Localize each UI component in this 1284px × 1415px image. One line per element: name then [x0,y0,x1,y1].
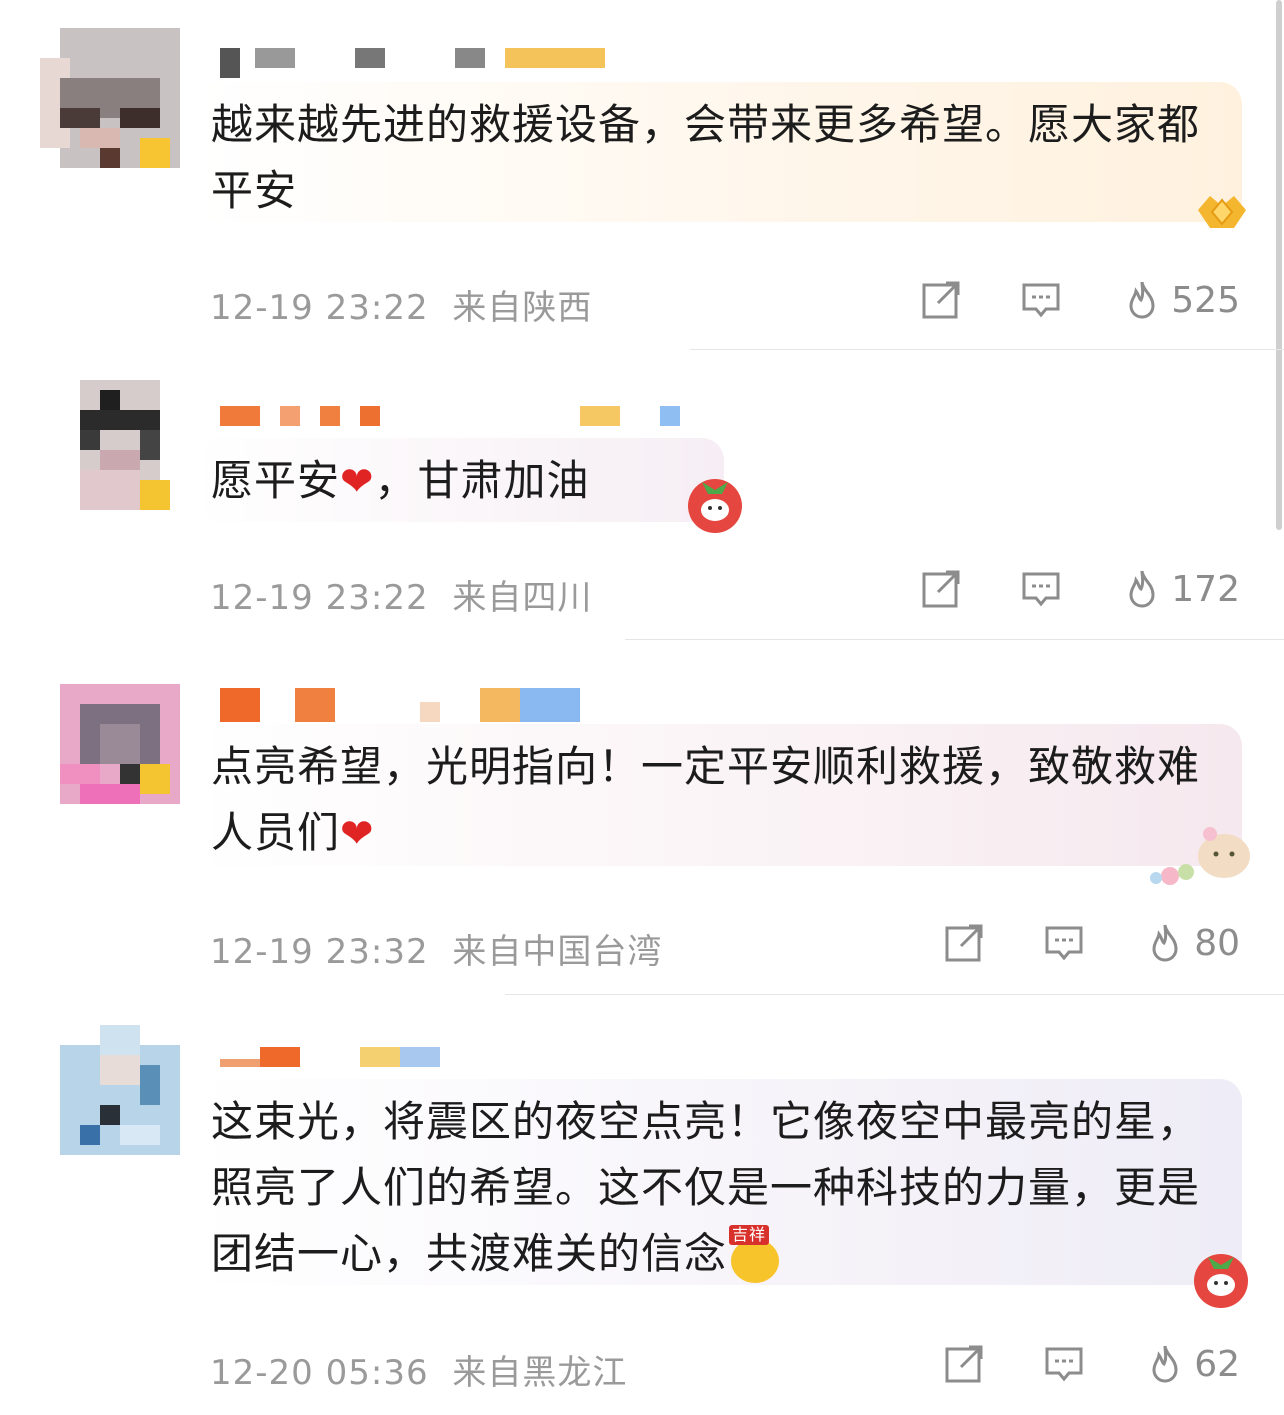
username-blurred[interactable] [215,1047,685,1073]
reply-button[interactable] [991,564,1091,614]
share-icon [922,281,960,319]
comment-item: 点亮希望，光明指向！一定平安顺利救援，致敬救难人员们❤ 12-19 23:32 … [0,640,1284,995]
reply-button[interactable] [991,275,1091,325]
strawberry-sticker-icon [682,470,748,540]
lucky-emoji-icon: 吉祥 [727,1224,783,1285]
avatar[interactable] [40,1025,180,1165]
comment-location: 来自黑龙江 [452,1353,628,1393]
share-icon [945,1345,983,1383]
share-button[interactable] [891,564,991,614]
comment-bubble[interactable]: 愿平安❤，甘肃加油 [195,438,724,522]
comment-meta: 12-19 23:22 来自陕西 [210,280,592,329]
share-button[interactable] [891,275,991,325]
reply-button[interactable] [1014,918,1114,968]
comment-time: 12-19 23:22 [210,288,429,328]
like-button[interactable]: 172 [1091,568,1240,610]
like-count: 172 [1171,568,1240,610]
action-bar: 172 [891,564,1240,614]
like-button[interactable]: 525 [1091,279,1240,321]
comment-meta: 12-19 23:22 来自四川 [210,570,592,619]
like-count: 80 [1194,922,1240,964]
like-button[interactable]: 80 [1114,922,1240,964]
avatar[interactable] [40,380,180,520]
comment-location: 来自四川 [452,578,593,618]
like-count: 525 [1171,279,1240,321]
red-heart-icon: ❤ [340,811,375,857]
fire-like-icon [1152,924,1178,962]
fire-like-icon [1129,281,1155,319]
comment-bubble[interactable]: 这束光，将震区的夜空点亮！它像夜空中最亮的星，照亮了人们的希望。这不仅是一种科技… [195,1079,1242,1285]
red-heart-icon: ❤ [340,459,375,505]
strawberry-sticker-icon [1188,1245,1254,1315]
comment-text: 点亮希望，光明指向！一定平安顺利救援，致敬救难人员们❤ [211,742,1201,857]
username-blurred[interactable] [215,406,685,432]
comment-icon [1022,283,1060,318]
comment-text: 这束光，将震区的夜空点亮！它像夜空中最亮的星，照亮了人们的希望。这不仅是一种科技… [211,1089,1226,1287]
bear-flower-sticker-icon [1140,826,1260,894]
comment-item: 愿平安❤，甘肃加油 12-19 23:22 来自四川 172 [0,350,1284,640]
comment-location: 来自陕西 [452,288,593,328]
comment-item: 这束光，将震区的夜空点亮！它像夜空中最亮的星，照亮了人们的希望。这不仅是一种科技… [0,995,1284,1415]
username-blurred[interactable] [215,688,685,722]
fire-like-icon [1152,1345,1178,1383]
share-button[interactable] [914,918,1014,968]
gold-badge-icon [1190,182,1254,242]
emoji-badge-label: 吉祥 [729,1224,770,1245]
comment-bubble[interactable]: 点亮希望，光明指向！一定平安顺利救援，致敬救难人员们❤ [195,724,1242,866]
comment-item: 越来越先进的救援设备，会带来更多希望。愿大家都平安 12-19 23:22 来自… [0,0,1284,350]
username-blurred[interactable] [215,48,685,78]
comment-location: 来自中国台湾 [452,932,663,972]
like-button[interactable]: 62 [1114,1343,1240,1385]
share-icon [922,570,960,608]
avatar[interactable] [40,28,180,168]
like-count: 62 [1194,1343,1240,1385]
avatar[interactable] [40,684,180,824]
share-icon [945,924,983,962]
comment-text: 愿平安❤，甘肃加油 [211,456,590,505]
comment-time: 12-19 23:22 [210,578,429,618]
comment-time: 12-19 23:32 [210,932,429,972]
reply-button[interactable] [1014,1339,1114,1389]
comment-icon [1045,926,1083,961]
comment-time: 12-20 05:36 [210,1353,429,1393]
share-button[interactable] [914,1339,1014,1389]
action-bar: 80 [914,918,1240,968]
comment-meta: 12-20 05:36 来自黑龙江 [210,1345,627,1394]
action-bar: 62 [914,1339,1240,1389]
action-bar: 525 [891,275,1240,325]
fire-like-icon [1129,570,1155,608]
comment-bubble[interactable]: 越来越先进的救援设备，会带来更多希望。愿大家都平安 [195,82,1242,222]
comment-icon [1022,572,1060,607]
comment-icon [1045,1347,1083,1382]
comment-text: 越来越先进的救援设备，会带来更多希望。愿大家都平安 [211,100,1201,215]
comment-meta: 12-19 23:32 来自中国台湾 [210,924,662,973]
